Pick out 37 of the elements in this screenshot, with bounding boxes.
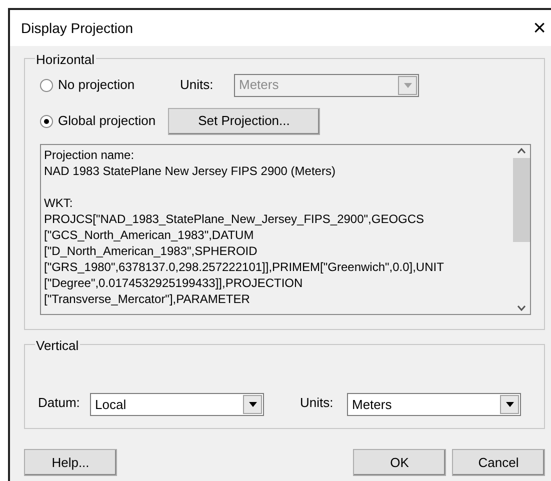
dropdown-button[interactable] (500, 395, 519, 414)
units-label: Units: (180, 76, 214, 94)
dropdown[interactable]: Local (90, 393, 264, 416)
radio-label: Global projection (58, 112, 156, 130)
ok-button[interactable]: OK (353, 449, 446, 476)
text-line: PROJCS["NAD_1983_StatePlane_New_Jersey_FIPS_2900",GEOGCS (44, 211, 426, 227)
text-line: ["Transverse_Mercator"],PARAMETER (44, 291, 251, 307)
scroll-up-icon[interactable] (517, 148, 526, 154)
dropdown-arrow-icon (506, 402, 514, 407)
dropdown[interactable]: Meters (347, 393, 521, 416)
text-line: NAD 1983 StatePlane New Jersey FIPS 2900 (Meters) (44, 163, 336, 179)
projection-text-area[interactable] (40, 144, 531, 315)
dropdown-arrow-icon (248, 402, 256, 407)
set-projection-button[interactable]: Set Projection... (168, 108, 320, 134)
text-line: ["D_North_American_1983",SPHEROID (44, 243, 258, 259)
cancel-button[interactable]: Cancel (452, 449, 545, 476)
scroll-down-icon[interactable] (517, 305, 526, 311)
text-line: ["Degree",0.0174532925199433]],PROJECTION (44, 275, 304, 291)
scrollbar[interactable] (513, 145, 530, 314)
help-button[interactable]: Help... (24, 449, 117, 476)
close-button[interactable]: × (533, 17, 546, 39)
dropdown-value: Local (94, 396, 128, 414)
dropdown-arrow-icon (404, 82, 412, 88)
scrollbar-thumb[interactable] (513, 158, 530, 242)
datum-label: Datum: (38, 394, 81, 412)
dropdown-value: Meters (238, 76, 280, 94)
radio-label: No projection (58, 76, 135, 94)
window-title: Display Projection (21, 18, 134, 38)
text-line: ["GRS_1980",6378137.0,298.257222101]],PRIMEM["Greenwich",0.0],UNIT (44, 259, 445, 275)
dropdown-button[interactable] (243, 395, 262, 414)
text-line: WKT: (44, 195, 74, 211)
radio-button[interactable] (40, 78, 53, 92)
text-line: Projection name: (44, 147, 136, 163)
text-line: ["GCS_North_American_1983",DATUM (44, 227, 255, 243)
radio-button[interactable] (40, 114, 53, 128)
dropdown-value: Meters (351, 396, 393, 414)
units-label: Units: (300, 394, 334, 412)
